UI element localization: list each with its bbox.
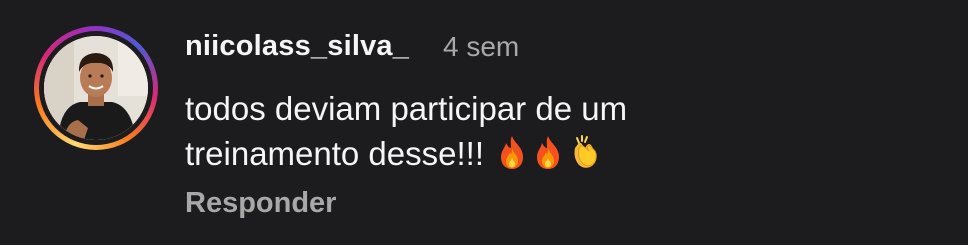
timestamp: 4 sem <box>443 31 520 62</box>
comment-item: niicolass_silva_ 4 sem todos deviam part… <box>0 0 968 245</box>
fire-emoji-icon <box>537 136 560 169</box>
story-ring[interactable] <box>34 26 158 150</box>
story-ring-gap <box>39 31 153 145</box>
reply-button[interactable]: Responder <box>185 187 336 220</box>
avatar[interactable] <box>44 36 148 140</box>
avatar-photo <box>44 36 148 140</box>
username[interactable]: niicolass_silva_ <box>185 30 409 63</box>
fire-emoji-icon <box>501 136 524 169</box>
clapping-hands-emoji-icon <box>574 135 597 168</box>
comment-body: todos deviam participar de um treinament… <box>185 86 805 176</box>
